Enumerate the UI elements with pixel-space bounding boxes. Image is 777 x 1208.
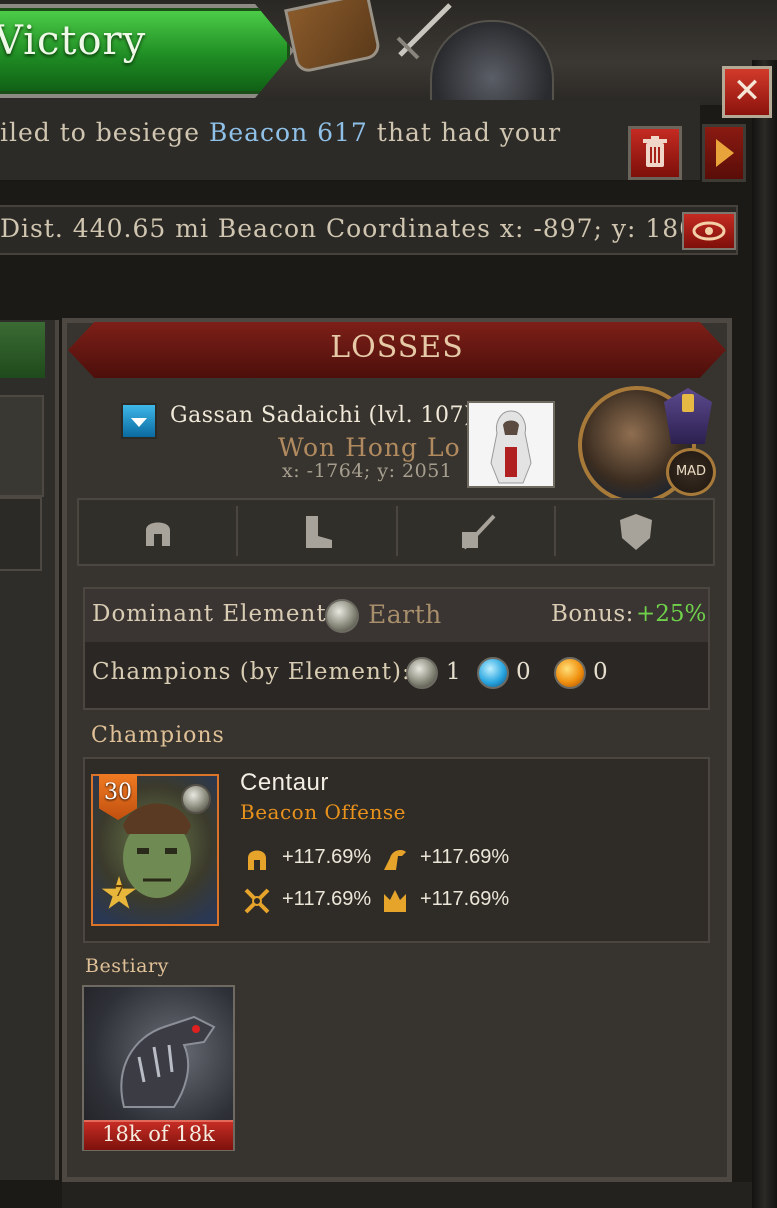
battle-message: iled to besiege Beacon 617 that had your [0,118,561,147]
boot-icon [306,516,332,548]
earth-count: 1 [446,659,461,685]
dragon-icon [120,1015,216,1108]
tab-boots[interactable] [238,500,396,564]
victory-title: Victory [0,18,147,64]
champion-star-count: 7 [113,882,125,900]
eye-icon [692,221,726,241]
expand-toggle-button[interactable] [121,403,157,439]
sword-decoration [396,3,452,60]
gains-tabs-edge [0,497,42,571]
tab-armor[interactable] [556,500,714,564]
dominant-element-label: Dominant Element: [92,601,336,627]
panel-footer [62,1182,752,1208]
distance-label: Dist. 440.65 mi Beacon Coordinates [0,214,491,243]
chevron-down-icon [131,418,147,427]
close-icon: ✕ [732,71,762,111]
gains-header-edge [0,322,45,378]
bestiary-section-title: Bestiary [85,955,169,977]
tab-weapon[interactable] [398,500,556,564]
crossed-swords-icon [244,888,270,914]
champion-name: Centaur [240,769,329,796]
tab-helmet[interactable] [78,500,236,564]
siege-crown-icon [384,890,406,912]
distance-info: Dist. 440.65 mi Beacon Coordinates x: -8… [0,214,713,243]
gains-player-edge [0,395,44,497]
earth-element-icon [181,784,211,814]
siege-bonus-value: +117.69% [420,888,510,910]
cavalry-horse-icon [384,850,406,870]
beast-count: 18k of 18k [102,1122,215,1146]
losses-title: LOSSES [330,330,464,365]
play-arrow-icon [716,139,734,167]
player-coordinates[interactable]: x: -1764; y: 2051 [282,460,452,482]
trash-icon [643,136,667,167]
player-alliance[interactable]: Won Hong Lo [278,433,461,462]
dominant-element-value: Earth [368,600,442,629]
infantry-bonus-value: +117.69% [282,846,372,868]
bonus-label: Bonus: [551,601,634,627]
next-report-button[interactable] [702,124,746,182]
view-location-button[interactable] [682,212,736,250]
fire-count: 0 [593,659,608,685]
gauntlet-sword-icon [462,514,496,550]
fire-element-icon [554,657,586,689]
shield-icon [620,514,652,550]
earth-element-icon [406,657,438,689]
message-text-start: iled to besiege [0,118,209,147]
close-button[interactable]: ✕ [722,66,772,118]
infantry-helmet-icon [248,850,266,870]
water-count: 0 [516,659,531,685]
water-element-icon [477,657,509,689]
ranged-bonus-value: +117.69% [282,888,372,910]
bonus-value: +25% [636,601,707,627]
champions-section-title: Champions [91,723,225,748]
scrollbar-rail[interactable] [752,60,777,1208]
champion-level: 30 [104,780,132,805]
player-avatar[interactable] [467,401,555,488]
player-name[interactable]: Gassan Sadaichi (lvl. 107) [170,403,473,428]
cavalry-bonus-value: +117.69% [420,846,510,868]
helmet-icon [146,522,170,546]
alliance-tag-badge: MAD [666,448,716,496]
champions-by-element-label: Champions (by Element): [92,659,411,685]
message-text-end: that had your [367,118,562,147]
delete-report-button[interactable] [628,126,682,180]
champion-role: Beacon Offense [240,800,406,824]
earth-element-icon [325,599,359,633]
hooded-figure-icon [490,410,532,484]
beacon-link[interactable]: Beacon 617 [209,118,368,147]
